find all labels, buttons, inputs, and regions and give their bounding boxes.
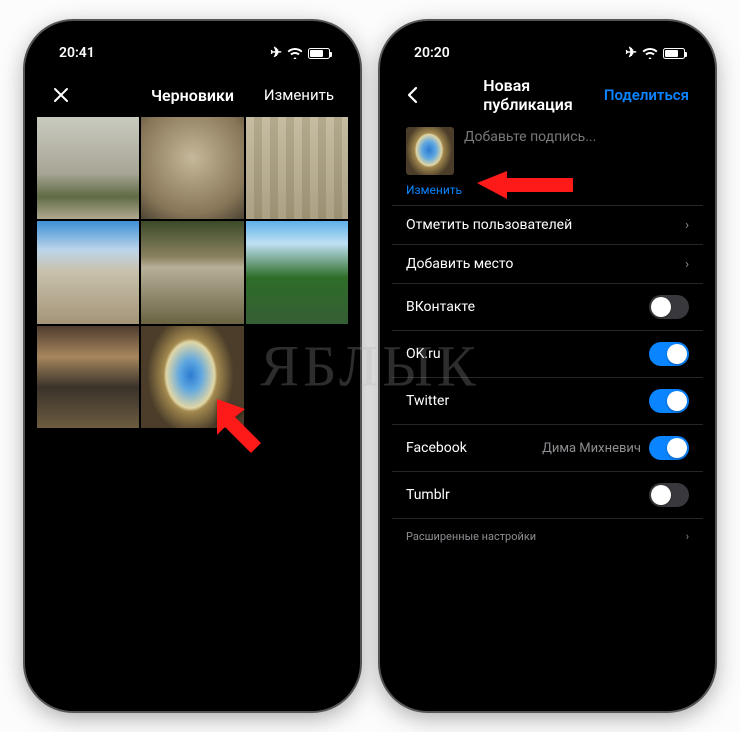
notch <box>478 33 618 57</box>
screen-drafts: 20:41 ✈︎ Черновики Изменить <box>37 33 348 699</box>
row-label: ВКонтакте <box>406 299 475 315</box>
battery-icon <box>308 48 330 59</box>
row-facebook: Facebook Дима Михневич <box>392 425 703 472</box>
draft-thumb[interactable] <box>246 117 348 219</box>
nav-bar-drafts: Черновики Изменить <box>37 73 348 117</box>
row-label: Facebook <box>406 440 467 456</box>
chevron-right-icon: › <box>685 218 689 233</box>
status-icons: ✈︎ <box>625 45 685 61</box>
toggle-okru[interactable] <box>649 342 689 366</box>
page-title: Новая публикация <box>483 76 604 114</box>
battery-icon <box>663 48 685 59</box>
annotation-arrow <box>477 165 577 225</box>
toggle-vkontakte[interactable] <box>649 295 689 319</box>
selected-photo-thumb[interactable] <box>406 127 454 175</box>
chevron-right-icon: › <box>686 530 689 543</box>
screen-newpost: 20:20 ✈︎ Новая публикация Поделиться Доб… <box>392 33 703 699</box>
airplane-icon: ✈︎ <box>270 45 282 61</box>
share-button[interactable]: Поделиться <box>604 86 689 104</box>
row-advanced-settings[interactable]: Расширенные настройки › <box>392 519 703 554</box>
draft-thumb[interactable] <box>37 221 139 323</box>
row-label: Расширенные настройки <box>406 530 536 543</box>
wifi-icon <box>287 47 303 59</box>
row-twitter: Twitter <box>392 378 703 425</box>
row-label: Добавить место <box>406 256 513 272</box>
annotation-arrow <box>197 393 287 483</box>
status-icons: ✈︎ <box>270 45 330 61</box>
row-vkontakte: ВКонтакте <box>392 284 703 331</box>
phone-left: 20:41 ✈︎ Черновики Изменить <box>25 21 360 711</box>
row-okru: OK.ru <box>392 331 703 378</box>
drafts-grid <box>37 117 348 428</box>
edit-button[interactable]: Изменить <box>244 86 334 104</box>
draft-thumb[interactable] <box>246 221 348 323</box>
row-label: Twitter <box>406 393 449 409</box>
back-button[interactable] <box>406 85 483 105</box>
toggle-twitter[interactable] <box>649 389 689 413</box>
wifi-icon <box>642 47 658 59</box>
page-title: Черновики <box>151 86 234 105</box>
edit-caption-button[interactable]: Изменить <box>406 183 462 197</box>
phone-right: 20:20 ✈︎ Новая публикация Поделиться Доб… <box>380 21 715 711</box>
options-list: Отметить пользователей › Добавить место … <box>392 205 703 554</box>
nav-bar-newpost: Новая публикация Поделиться <box>392 73 703 117</box>
row-add-location[interactable]: Добавить место › <box>392 245 703 284</box>
draft-thumb[interactable] <box>37 326 139 428</box>
status-time: 20:20 <box>414 45 450 61</box>
notch <box>123 33 263 57</box>
draft-thumb[interactable] <box>141 221 243 323</box>
row-tumblr: Tumblr <box>392 472 703 519</box>
row-label: Tumblr <box>406 487 450 503</box>
row-label: OK.ru <box>406 346 441 362</box>
facebook-account-name: Дима Михневич <box>542 441 641 456</box>
chevron-right-icon: › <box>685 257 689 272</box>
draft-thumb[interactable] <box>37 117 139 219</box>
close-button[interactable] <box>51 85 141 105</box>
status-time: 20:41 <box>59 45 95 61</box>
toggle-tumblr[interactable] <box>649 483 689 507</box>
caption-input[interactable]: Добавьте подпись... <box>464 127 689 145</box>
airplane-icon: ✈︎ <box>625 45 637 61</box>
draft-thumb[interactable] <box>141 117 243 219</box>
toggle-facebook[interactable] <box>649 436 689 460</box>
